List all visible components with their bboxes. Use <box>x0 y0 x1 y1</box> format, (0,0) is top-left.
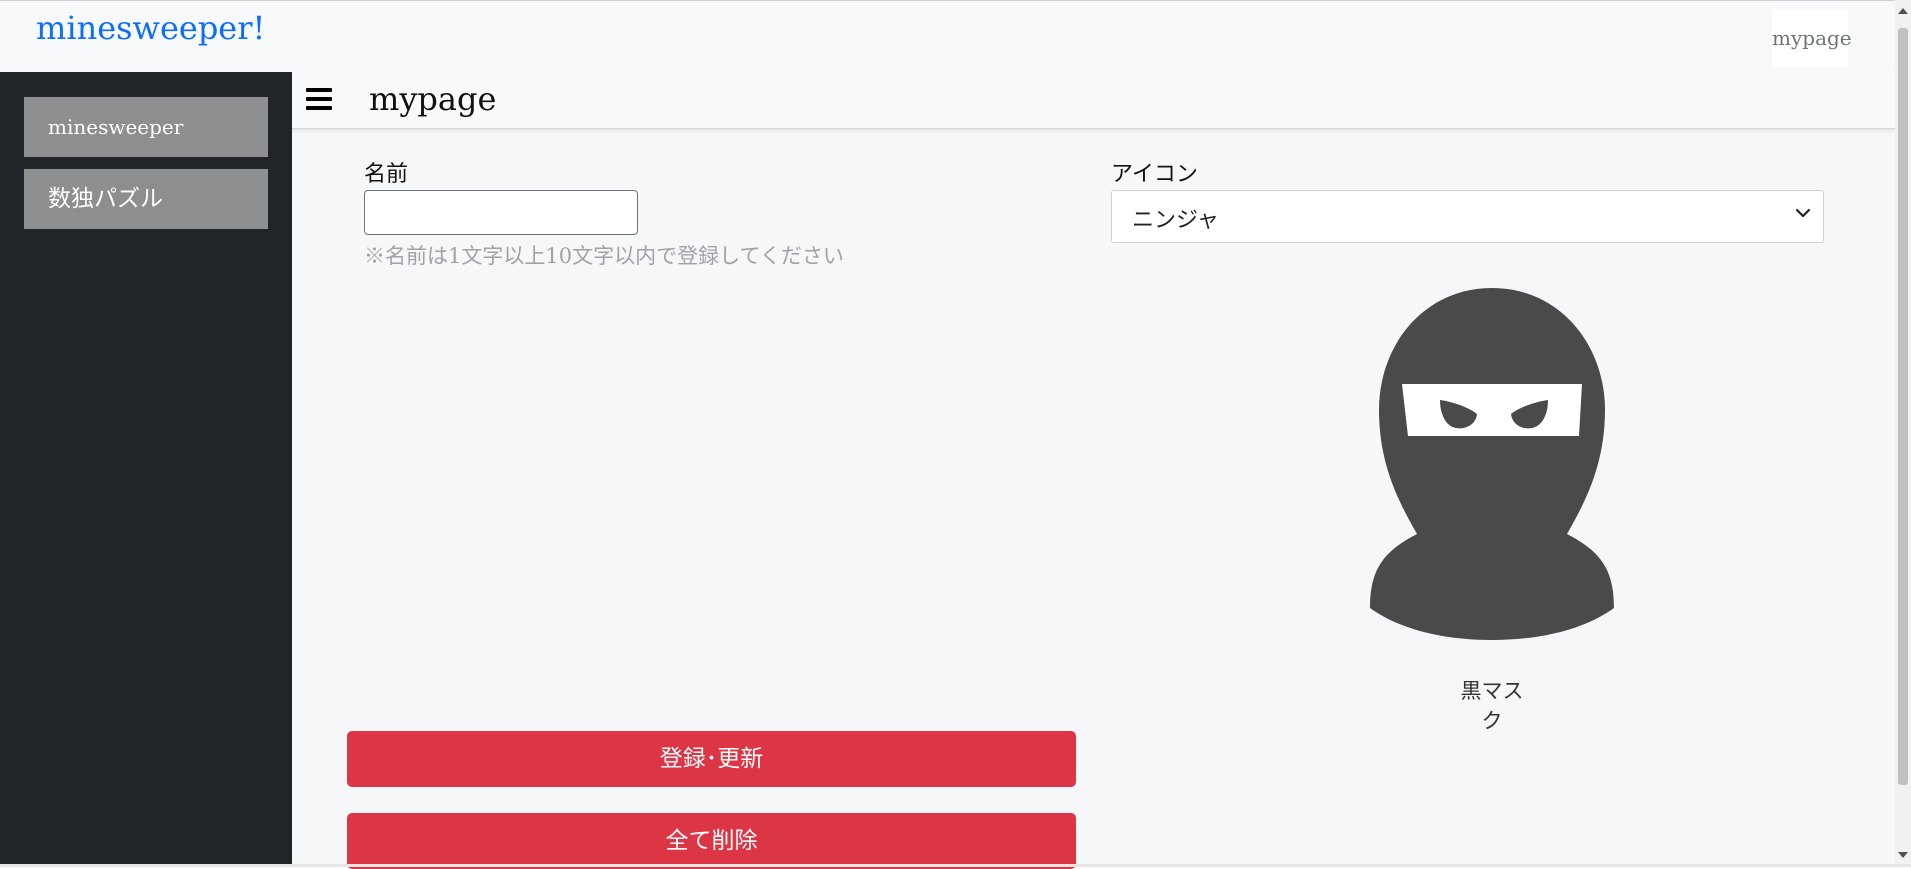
nav-mypage-link[interactable]: mypage <box>1772 9 1852 67</box>
icon-caption: 黒マスク <box>1460 679 1524 733</box>
scrollbar[interactable] <box>1895 0 1911 867</box>
icon-label: アイコン <box>1111 162 1198 187</box>
page-header: mypage <box>292 72 1895 129</box>
chevron-down-icon <box>1795 208 1811 218</box>
main-content: mypage 名前 ※名前は1文字以上10文字以内で登録してください アイコン … <box>292 72 1895 869</box>
page-title: mypage <box>369 80 497 118</box>
name-hint: ※名前は1文字以上10文字以内で登録してください <box>364 244 844 268</box>
sidebar: minesweeper 数独パズル <box>0 72 292 867</box>
name-input[interactable] <box>364 190 638 235</box>
scrollbar-thumb[interactable] <box>1898 28 1908 785</box>
hamburger-icon[interactable] <box>306 88 332 110</box>
ninja-avatar-icon <box>1370 288 1614 640</box>
top-navbar: minesweeper! mypage <box>0 0 1911 72</box>
scroll-down-icon[interactable] <box>1898 852 1908 858</box>
scroll-up-icon[interactable] <box>1898 8 1908 14</box>
icon-select[interactable]: ニンジャ <box>1111 190 1824 243</box>
icon-select-value: ニンジャ <box>1132 208 1219 233</box>
save-update-button[interactable]: 登録･更新 <box>347 731 1076 787</box>
brand-link[interactable]: minesweeper! <box>36 9 265 47</box>
sidebar-item-sudoku[interactable]: 数独パズル <box>24 169 268 229</box>
name-label: 名前 <box>364 162 409 187</box>
sidebar-item-minesweeper[interactable]: minesweeper <box>24 97 268 157</box>
delete-all-button[interactable]: 全て削除 <box>347 813 1076 869</box>
